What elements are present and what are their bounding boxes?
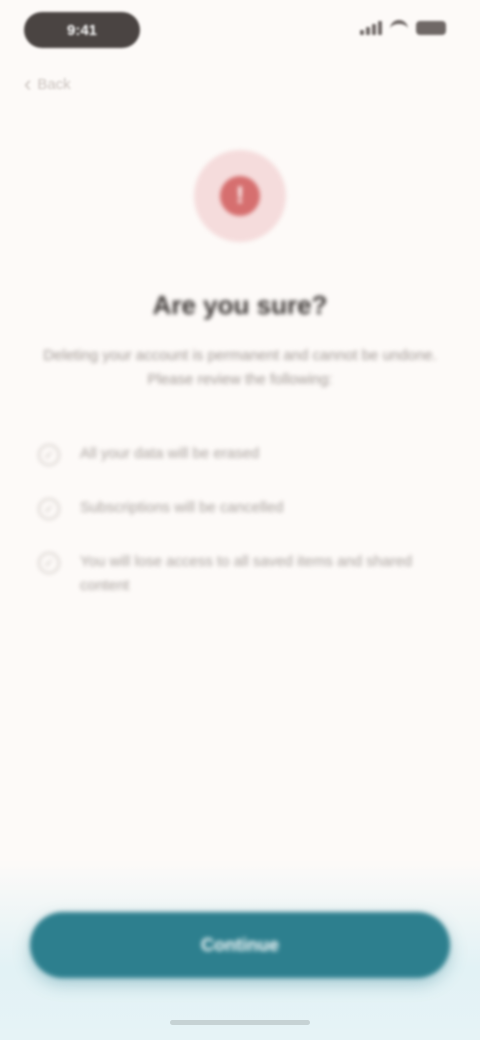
continue-button[interactable]: Continue bbox=[30, 912, 450, 978]
check-icon: ✓ bbox=[38, 444, 60, 466]
wifi-icon bbox=[390, 20, 408, 36]
status-bar: 9:41 bbox=[0, 0, 480, 60]
checklist-item-text: You will lose access to all saved items … bbox=[80, 553, 413, 594]
status-time: 9:41 bbox=[24, 12, 140, 48]
chevron-left-icon: ‹ bbox=[24, 71, 32, 96]
back-button[interactable]: ‹ Back bbox=[24, 64, 114, 104]
checklist-item-text: Subscriptions will be cancelled bbox=[80, 499, 284, 516]
status-icons bbox=[360, 20, 446, 36]
alert-icon: ! bbox=[220, 176, 260, 216]
checklist-item-text: All your data will be erased bbox=[80, 445, 260, 462]
signal-icon bbox=[360, 21, 382, 35]
alert-badge: ! bbox=[194, 150, 286, 242]
page-subtitle: Deleting your account is permanent and c… bbox=[43, 347, 437, 388]
page-title: Are you sure? bbox=[152, 290, 328, 320]
check-icon: ✓ bbox=[38, 498, 60, 520]
back-label: Back bbox=[37, 75, 71, 93]
checklist-item: ✓ All your data will be erased bbox=[32, 432, 448, 486]
checklist: ✓ All your data will be erased ✓ Subscri… bbox=[32, 432, 448, 610]
home-indicator bbox=[170, 1020, 310, 1025]
checklist-item: ✓ You will lose access to all saved item… bbox=[32, 540, 448, 610]
check-icon: ✓ bbox=[38, 552, 60, 574]
checklist-item: ✓ Subscriptions will be cancelled bbox=[32, 486, 448, 540]
battery-icon bbox=[416, 21, 446, 35]
app-screen: 9:41 ‹ Back ! Are you sure? Deleting you… bbox=[0, 0, 480, 1040]
